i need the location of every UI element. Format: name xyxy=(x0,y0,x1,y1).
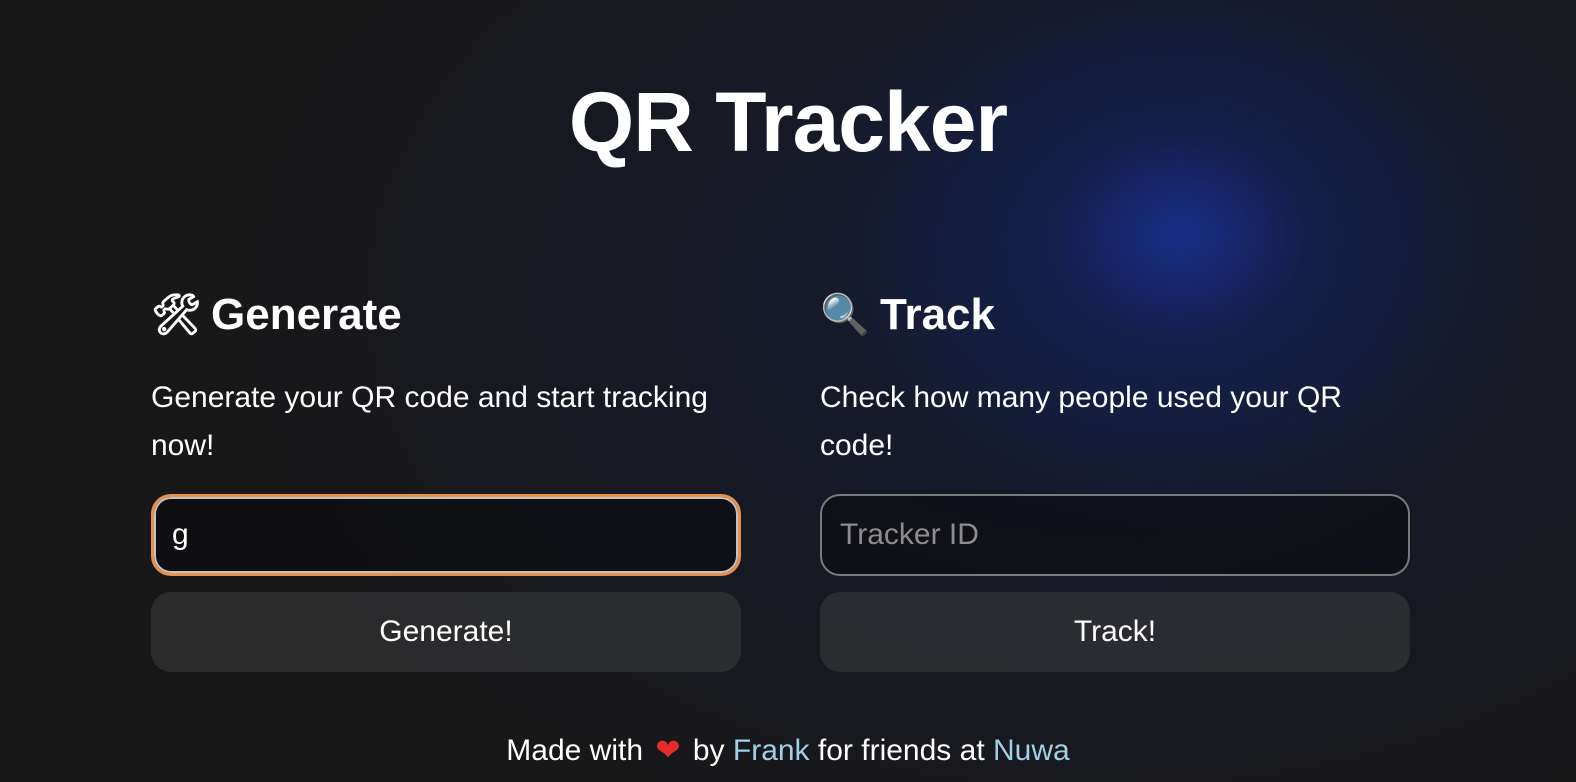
heart-icon: ❤ xyxy=(655,734,681,767)
footer-middle: for friends at xyxy=(817,734,985,767)
page-title: QR Tracker xyxy=(568,75,1008,169)
generate-heading: 🛠 Generate xyxy=(151,288,741,342)
generate-button[interactable]: Generate! xyxy=(151,592,741,672)
track-description: Check how many people used your QR code! xyxy=(820,381,1342,462)
magnifying-glass-icon: 🔍 xyxy=(820,293,870,337)
tracker-id-input[interactable] xyxy=(820,494,1410,576)
page: QR Tracker 🛠 Generate Generate your QR c… xyxy=(0,0,1576,782)
track-heading: 🔍 Track xyxy=(820,288,1410,342)
hammer-and-wrench-icon: 🛠 xyxy=(151,293,202,337)
generate-input[interactable] xyxy=(151,494,741,576)
track-panel: 🔍 Track Check how many people used your … xyxy=(820,288,1410,672)
footer-prefix: Made with xyxy=(506,734,644,767)
track-button[interactable]: Track! xyxy=(820,592,1410,672)
generate-description: Generate your QR code and start tracking… xyxy=(151,381,708,462)
author-link[interactable]: Frank xyxy=(733,734,810,767)
org-link[interactable]: Nuwa xyxy=(993,734,1070,767)
generate-panel: 🛠 Generate Generate your QR code and sta… xyxy=(151,288,741,672)
track-heading-label: Track xyxy=(880,290,995,339)
generate-heading-label: Generate xyxy=(211,290,402,339)
footer-by: by xyxy=(692,734,725,767)
footer: Made with ❤ by Frank for friends at Nuwa xyxy=(0,728,1576,774)
